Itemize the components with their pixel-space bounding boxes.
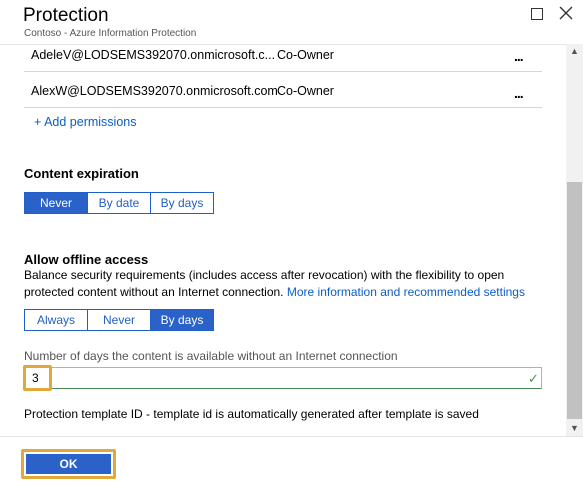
content-expiration-heading: Content expiration xyxy=(24,166,139,181)
offline-access-heading: Allow offline access xyxy=(24,252,149,267)
header-divider xyxy=(0,44,583,45)
offline-option-by-days[interactable]: By days xyxy=(151,309,214,331)
days-input[interactable] xyxy=(24,367,542,389)
days-field-label: Number of days the content is available … xyxy=(24,349,398,363)
expiration-option-by-date[interactable]: By date xyxy=(88,192,151,214)
scrollbar-thumb[interactable] xyxy=(567,182,582,419)
ok-button[interactable]: OK xyxy=(26,454,111,474)
row-divider xyxy=(24,71,542,72)
more-options-button[interactable]: ... xyxy=(514,85,524,101)
expiration-option-never[interactable]: Never xyxy=(24,192,88,214)
row-divider xyxy=(24,107,542,108)
close-icon[interactable] xyxy=(558,5,574,21)
days-input-value[interactable]: 3 xyxy=(32,371,39,385)
permission-email: AlexW@LODSEMS392070.onmicrosoft.com xyxy=(31,84,278,98)
offline-option-always[interactable]: Always xyxy=(24,309,88,331)
scroll-down-arrow-icon[interactable]: ▼ xyxy=(566,421,583,436)
template-id-text: Protection template ID - template id is … xyxy=(24,407,479,421)
checkmark-icon: ✓ xyxy=(528,371,539,386)
page-title: Protection xyxy=(23,5,109,26)
content-expiration-selector: Never By date By days xyxy=(24,192,214,214)
page-subtitle: Contoso - Azure Information Protection xyxy=(24,28,197,39)
permission-role: Co-Owner xyxy=(277,84,334,98)
permission-role: Co-Owner xyxy=(277,48,334,62)
expiration-option-by-days[interactable]: By days xyxy=(151,192,214,214)
offline-access-selector: Always Never By days xyxy=(24,309,214,331)
permission-email: AdeleV@LODSEMS392070.onmicrosoft.c... xyxy=(31,48,276,62)
more-information-link[interactable]: More information and recommended setting… xyxy=(287,285,525,299)
footer-divider xyxy=(0,436,583,437)
add-permissions-link[interactable]: + Add permissions xyxy=(34,115,136,129)
maximize-icon[interactable] xyxy=(531,8,543,20)
offline-option-never[interactable]: Never xyxy=(88,309,151,331)
scroll-up-arrow-icon[interactable]: ▲ xyxy=(566,44,583,59)
more-options-button[interactable]: ... xyxy=(514,48,524,64)
offline-access-description: Balance security requirements (includes … xyxy=(24,267,544,301)
